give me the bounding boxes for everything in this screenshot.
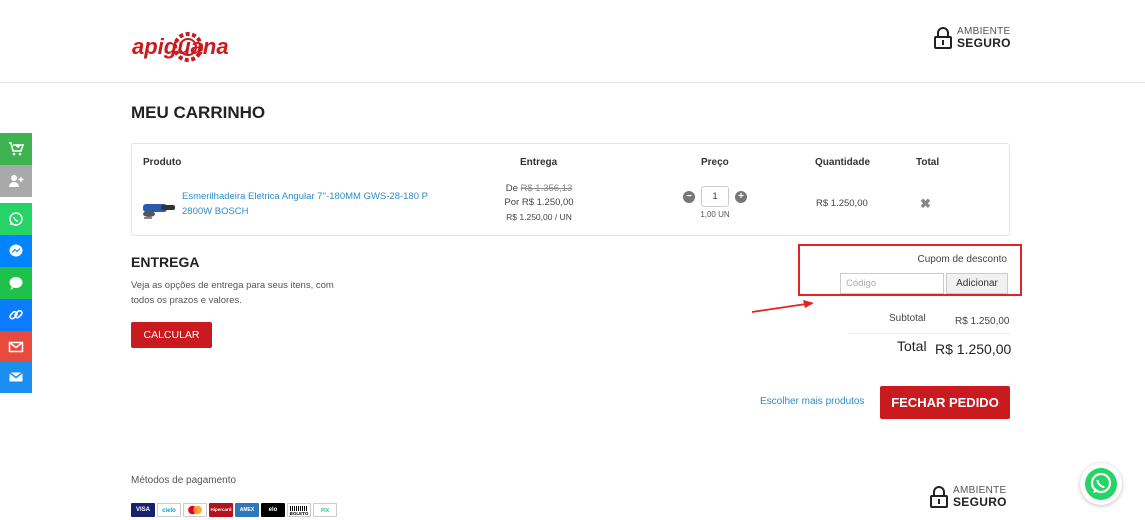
cart-add-icon[interactable] <box>0 133 32 165</box>
lock-icon <box>930 486 948 508</box>
column-header-quantity: Quantidade <box>815 157 871 168</box>
column-header-delivery: Entrega <box>520 157 558 168</box>
coupon-input[interactable] <box>840 273 944 294</box>
secure-badge-footer: AMBIENTE SEGURO <box>929 486 1007 508</box>
quantity-unit: 1,00 UN <box>700 210 730 219</box>
calculate-shipping-button[interactable]: CALCULAR <box>131 322 212 348</box>
brand-text: apiguana <box>132 34 229 59</box>
more-products-link[interactable]: Escolher mais produtos <box>760 396 865 407</box>
amex-icon: AMEX <box>235 503 259 517</box>
minus-icon[interactable]: − <box>683 190 695 203</box>
from-label: De <box>505 183 518 194</box>
current-price: Por R$ 1.250,00 <box>504 197 574 208</box>
visa-icon: VISA <box>131 503 155 517</box>
shipping-description: Veja as opções de entrega para seus iten… <box>131 280 334 306</box>
lock-icon <box>934 27 952 49</box>
old-price: R$ 1.356,13 <box>520 183 573 194</box>
boleto-label: BOLETO <box>289 511 309 516</box>
column-header-product: Produto <box>143 157 182 168</box>
pix-icon: PIX <box>313 503 337 517</box>
column-header-total: Total <box>916 157 940 168</box>
delivery-info: De R$ 1.356,13 Por R$ 1.250,00 R$ 1.250,… <box>496 182 582 224</box>
mastercard-icon <box>183 503 207 517</box>
coupon-box: Cupom de desconto Adicionar <box>798 244 1022 296</box>
payment-methods: VISA cielo Hipercard AMEX elo BOLETO PIX <box>131 503 339 517</box>
link-icon[interactable] <box>0 299 32 331</box>
product-name-link[interactable]: Esmerilhadeira Eletrica Angular 7''-180M… <box>182 189 450 219</box>
apiguana-logo[interactable]: apiguana <box>130 26 234 68</box>
arrow-annotation <box>751 300 814 313</box>
secure-line2: SEGURO <box>957 36 1011 50</box>
coupon-label: Cupom de desconto <box>917 254 1007 265</box>
secure-badge: AMBIENTE SEGURO <box>933 27 1011 49</box>
user-add-icon[interactable] <box>0 165 32 197</box>
total-value: R$ 1.250,00 <box>935 341 1012 357</box>
chat-icon[interactable] <box>0 267 32 299</box>
shipping-title: ENTREGA <box>131 254 200 270</box>
cart-table: Produto Entrega Preço Quantidade Total E… <box>131 143 1010 236</box>
quantity-stepper: − + 1,00 UN <box>680 186 750 219</box>
total-label: Total <box>897 338 927 354</box>
hipercard-icon: Hipercard <box>209 503 233 517</box>
mail-icon[interactable] <box>0 331 32 363</box>
cielo-icon: cielo <box>157 503 181 517</box>
summary-divider <box>848 333 1010 334</box>
checkout-button[interactable]: FECHAR PEDIDO <box>880 386 1010 419</box>
plus-icon[interactable]: + <box>735 190 747 203</box>
row-price: R$ 1.250,00 <box>816 198 868 209</box>
column-header-price: Preço <box>701 157 729 168</box>
quantity-input[interactable] <box>701 186 729 207</box>
messenger-icon[interactable] <box>0 235 32 267</box>
whatsapp-icon[interactable] <box>0 203 32 235</box>
add-coupon-button[interactable]: Adicionar <box>946 273 1008 294</box>
elo-icon: elo <box>261 503 285 517</box>
page-title: MEU CARRINHO <box>131 103 266 122</box>
boleto-icon: BOLETO <box>287 503 311 517</box>
subtotal-label: Subtotal <box>889 313 926 324</box>
close-icon[interactable]: ✖ <box>920 196 931 212</box>
whatsapp-float-icon[interactable] <box>1080 463 1122 505</box>
product-thumbnail[interactable] <box>141 194 177 222</box>
site-header: apiguana AMBIENTE SEGURO <box>0 0 1145 83</box>
payment-methods-title: Métodos de pagamento <box>131 475 237 486</box>
envelope-icon[interactable] <box>0 361 32 393</box>
secure-line2: SEGURO <box>953 495 1007 509</box>
unit-price: R$ 1.250,00 / UN <box>506 212 572 222</box>
subtotal-value: R$ 1.250,00 <box>955 316 1010 327</box>
